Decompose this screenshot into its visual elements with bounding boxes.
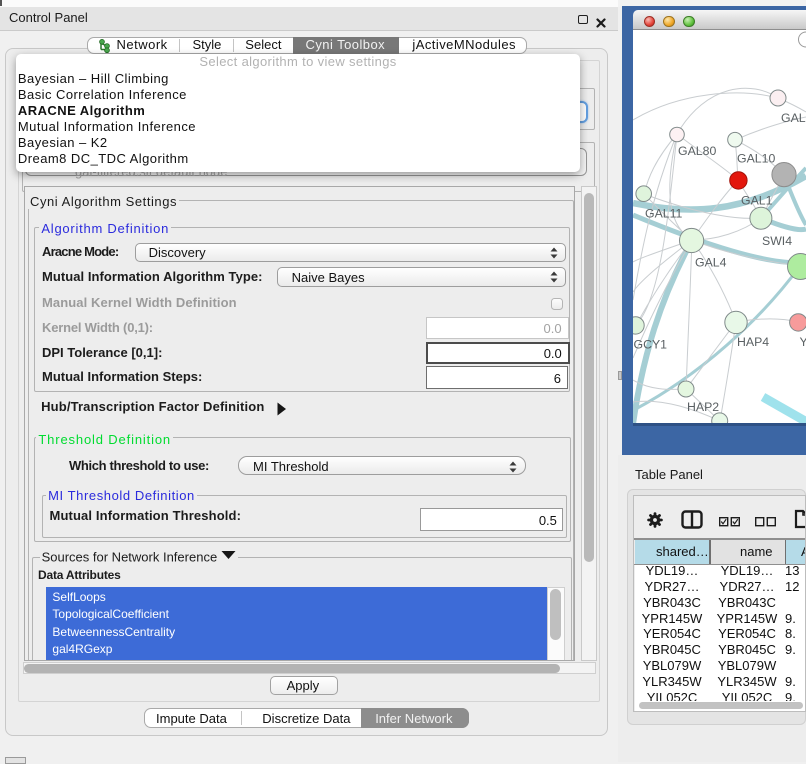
svg-text:GAL4: GAL4	[695, 256, 727, 270]
svg-text:GAL80: GAL80	[678, 144, 716, 158]
svg-text:Y: Y	[800, 335, 806, 349]
svg-text:GCY1: GCY1	[634, 338, 668, 352]
svg-text:SWI4: SWI4	[762, 234, 792, 248]
svg-text:GAL10: GAL10	[737, 152, 775, 166]
svg-text:HAP4: HAP4	[737, 335, 769, 349]
svg-text:HAP2: HAP2	[687, 400, 719, 414]
svg-text:GAL: GAL	[781, 111, 806, 125]
svg-text:GAL11: GAL11	[645, 207, 683, 221]
svg-text:GAL1: GAL1	[741, 194, 773, 208]
